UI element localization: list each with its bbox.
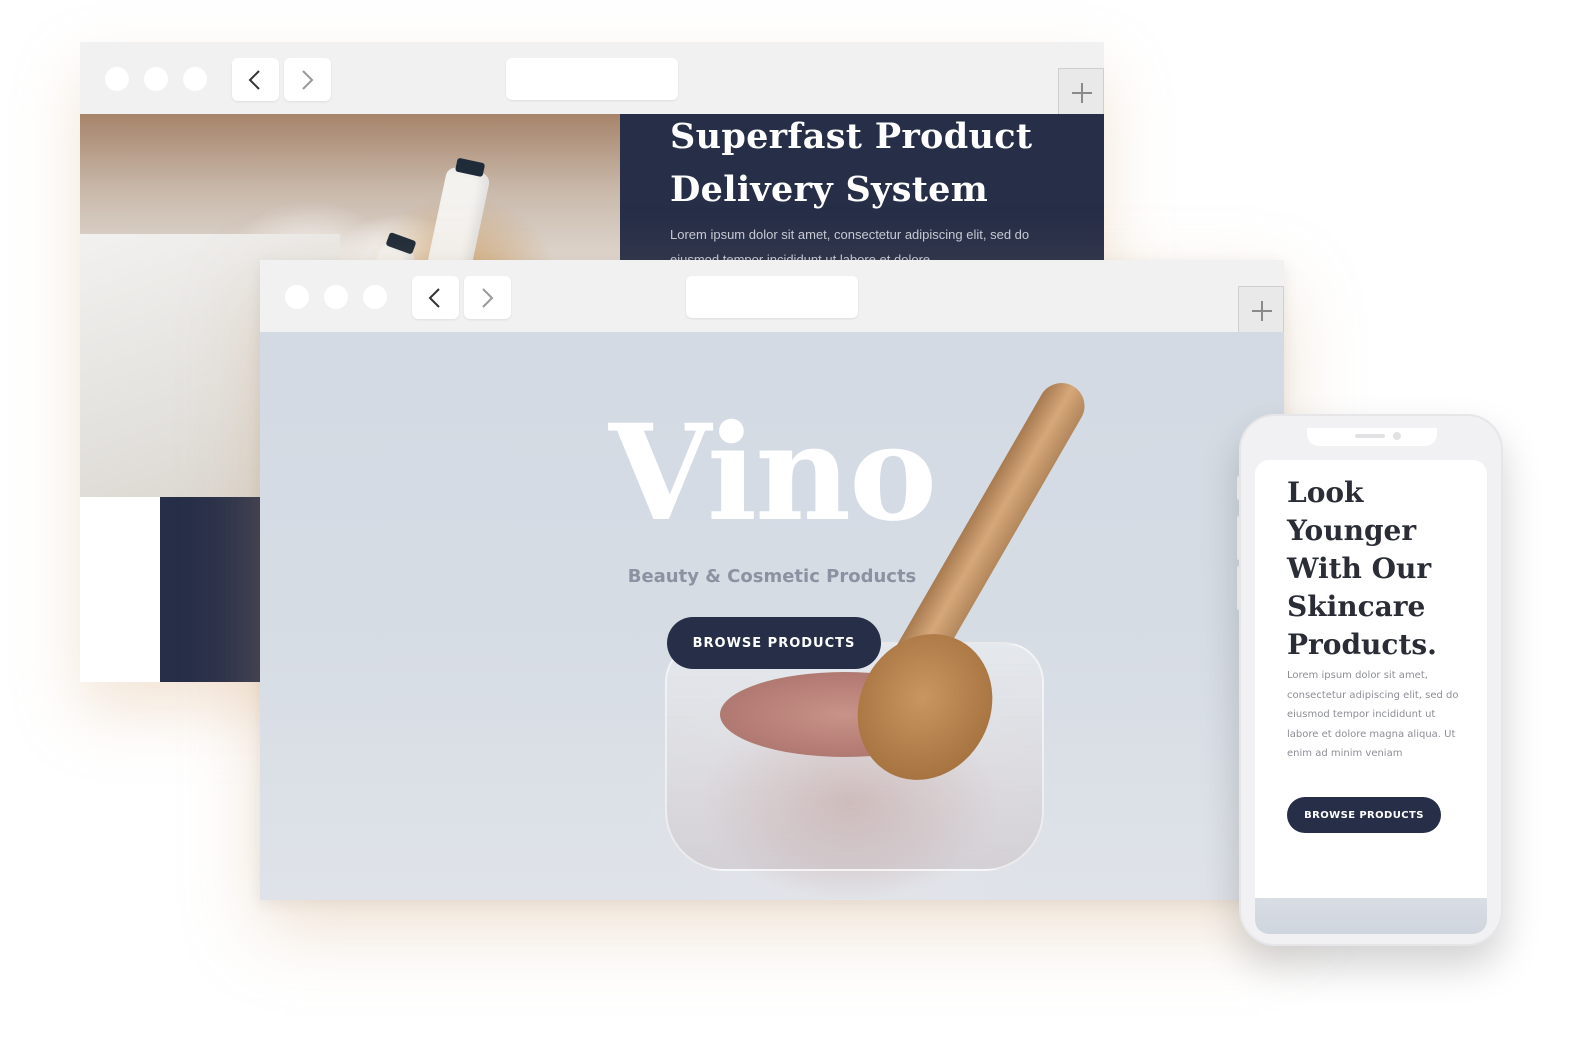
phone-side-button	[1237, 516, 1241, 560]
phone-screen: Look Younger With Our Skincare Products.…	[1255, 460, 1487, 934]
chevron-left-icon	[248, 70, 260, 90]
main-hero-section: Vino Beauty & Cosmetic Products BROWSE P…	[260, 332, 1284, 900]
browser-toolbar	[80, 42, 1104, 116]
window-control-dot[interactable]	[324, 285, 348, 309]
forward-button[interactable]	[464, 276, 511, 319]
window-control-dot[interactable]	[183, 67, 207, 91]
window-control-dot[interactable]	[105, 67, 129, 91]
chevron-right-icon	[482, 288, 494, 308]
chevron-right-icon	[302, 70, 314, 90]
phone-mockup: Look Younger With Our Skincare Products.…	[1237, 414, 1503, 946]
new-tab-button[interactable]	[1238, 286, 1284, 334]
plus-icon	[1252, 301, 1272, 321]
phone-side-button	[1237, 566, 1241, 610]
back-button[interactable]	[232, 58, 279, 101]
hero-subtitle: Beauty & Cosmetic Products	[627, 566, 917, 587]
chevron-left-icon	[428, 288, 440, 308]
main-browser-window: Vino Beauty & Cosmetic Products BROWSE P…	[260, 260, 1284, 900]
phone-body-text: Lorem ipsum dolor sit amet, consectetur …	[1287, 670, 1459, 759]
camera-icon	[1393, 432, 1401, 440]
phone-notch	[1307, 428, 1437, 446]
phone-browse-products-button[interactable]: BROWSE PRODUCTS	[1287, 797, 1441, 833]
white-block	[80, 497, 160, 682]
phone-hero-title: Look Younger With Our Skincare Products.	[1287, 476, 1437, 661]
window-control-dot[interactable]	[144, 67, 168, 91]
speaker-icon	[1355, 434, 1385, 438]
plus-icon	[1072, 83, 1092, 103]
back-hero-title: Superfast Product Delivery System	[670, 116, 1033, 210]
browse-products-button[interactable]: BROWSE PRODUCTS	[667, 617, 881, 669]
phone-side-button	[1237, 476, 1241, 500]
back-hero-section: Superfast Product Delivery System Lorem …	[620, 114, 1104, 267]
browser-toolbar	[260, 260, 1284, 334]
phone-next-section-strip	[1255, 898, 1487, 934]
address-bar[interactable]	[506, 58, 678, 100]
forward-button[interactable]	[284, 58, 331, 101]
new-tab-button[interactable]	[1058, 68, 1104, 116]
hero-title: Vino	[608, 396, 937, 551]
window-control-dot[interactable]	[363, 285, 387, 309]
window-control-dot[interactable]	[285, 285, 309, 309]
navy-block	[160, 497, 260, 682]
back-button[interactable]	[412, 276, 459, 319]
address-bar[interactable]	[686, 276, 858, 318]
